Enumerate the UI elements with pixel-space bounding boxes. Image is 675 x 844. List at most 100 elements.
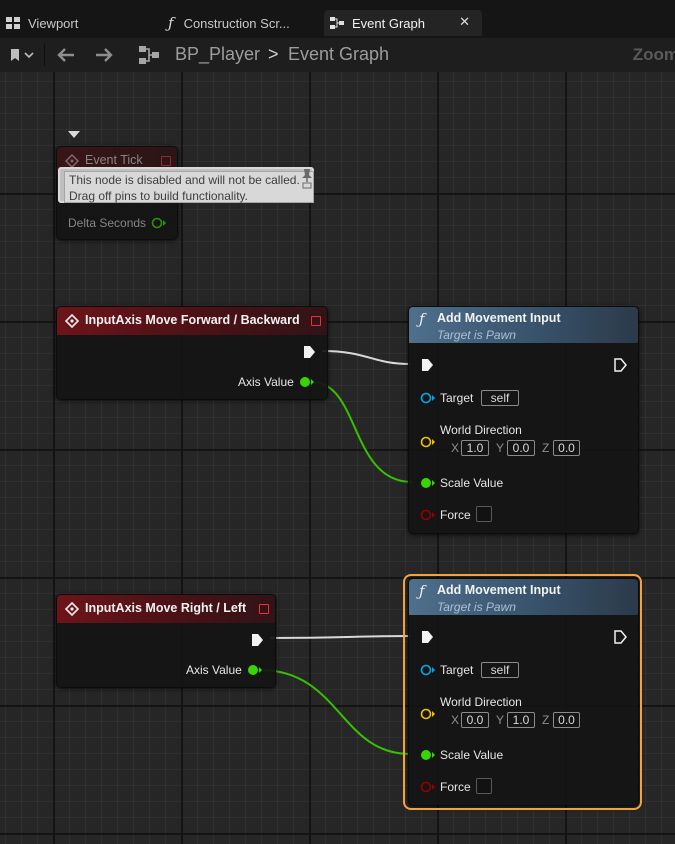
input-axis-right-node[interactable]: InputAxis Move Right / Left Axis Value <box>56 594 276 688</box>
y-axis-label: Y <box>496 441 505 455</box>
delta-seconds-label: Delta Seconds <box>68 216 147 230</box>
event-diamond-icon <box>65 154 79 168</box>
exec-out-pin[interactable] <box>614 630 628 644</box>
object-in-pin[interactable] <box>420 392 436 404</box>
graph-type-icon-wrap <box>136 44 162 66</box>
scale-value-label: Scale Value <box>440 476 504 490</box>
disabled-node-comment: This node is disabled and will not be ca… <box>58 167 314 203</box>
y-axis-label: Y <box>496 713 505 727</box>
node-header: InputAxis Move Forward / Backward <box>57 307 327 335</box>
bool-in-pin[interactable] <box>420 509 436 521</box>
float-out-pin[interactable] <box>151 217 167 229</box>
breadcrumb-graph[interactable]: Event Graph <box>288 44 389 65</box>
target-field[interactable]: self <box>481 662 519 678</box>
world-direction-label: World Direction <box>440 423 522 437</box>
back-button[interactable] <box>54 44 78 66</box>
comment-body: This node is disabled and will not be ca… <box>64 171 314 203</box>
force-checkbox[interactable] <box>476 506 492 522</box>
tab-event-graph[interactable]: Event Graph ✕ <box>324 10 482 36</box>
close-tab-icon[interactable]: ✕ <box>459 14 470 30</box>
node-title: Add Movement Input <box>437 311 561 325</box>
node-subtitle: Target is Pawn <box>437 600 516 614</box>
tab-label: Viewport <box>28 15 79 31</box>
node-title: InputAxis Move Right / Left <box>85 601 247 615</box>
tab-construction-script[interactable]: ƒ Construction Scr... <box>168 10 320 36</box>
vector-in-pin[interactable] <box>420 436 436 448</box>
arrow-right-icon <box>96 48 113 62</box>
tab-label: Event Graph <box>352 15 425 31</box>
forward-button[interactable] <box>92 44 116 66</box>
tab-viewport[interactable]: Viewport <box>0 10 166 36</box>
float-wire <box>259 669 411 755</box>
exec-in-pin[interactable] <box>421 358 435 372</box>
viewport-grid-icon <box>6 17 20 29</box>
event-graph-canvas[interactable]: This node is disabled and will not be ca… <box>0 72 675 844</box>
bookmark-menu-button[interactable] <box>4 44 40 66</box>
node-title: InputAxis Move Forward / Backward <box>85 313 300 327</box>
bookmark-icon <box>11 49 34 61</box>
node-header: ƒ Add Movement Input Target is Pawn <box>409 579 638 615</box>
exec-out-pin[interactable] <box>614 358 628 372</box>
x-axis-label: X <box>451 441 460 455</box>
force-checkbox[interactable] <box>476 778 492 794</box>
breadcrumb-separator: > <box>268 44 279 64</box>
force-label: Force <box>440 780 471 794</box>
vector-in-pin[interactable] <box>420 708 436 720</box>
exec-wire <box>269 635 411 639</box>
object-in-pin[interactable] <box>420 664 436 676</box>
direction-y-field[interactable]: 0.0 <box>507 440 535 456</box>
pushpin-icon[interactable] <box>298 167 316 189</box>
node-title: Add Movement Input <box>437 583 561 597</box>
target-label: Target <box>440 391 474 405</box>
delegate-pin[interactable] <box>161 156 171 166</box>
add-movement-input-node-selected[interactable]: ƒ Add Movement Input Target is Pawn Targ… <box>408 578 639 806</box>
node-subtitle: Target is Pawn <box>437 328 516 342</box>
z-axis-label: Z <box>542 713 550 727</box>
breadcrumb-blueprint[interactable]: BP_Player <box>175 44 260 65</box>
target-label: Target <box>440 663 474 677</box>
event-diamond-icon <box>65 602 79 616</box>
function-icon: ƒ <box>168 14 174 32</box>
comment-line-2: Drag off pins to build functionality. <box>69 189 248 203</box>
axis-value-label: Axis Value <box>238 375 294 389</box>
direction-x-field[interactable]: 1.0 <box>461 440 489 456</box>
float-out-pin[interactable] <box>247 664 263 676</box>
event-graph-icon <box>330 17 344 29</box>
target-field[interactable]: self <box>481 390 519 406</box>
direction-x-field[interactable]: 0.0 <box>461 712 489 728</box>
delegate-pin[interactable] <box>311 316 321 326</box>
delegate-pin[interactable] <box>259 604 269 614</box>
exec-in-pin[interactable] <box>421 630 435 644</box>
node-header: InputAxis Move Right / Left <box>57 595 275 623</box>
graph-toolbar: BP_Player > Event Graph Zoom <box>0 38 675 72</box>
scale-value-label: Scale Value <box>440 748 504 762</box>
comment-tail <box>68 131 80 138</box>
world-direction-label: World Direction <box>440 695 522 709</box>
x-axis-label: X <box>451 713 460 727</box>
direction-z-field[interactable]: 0.0 <box>553 712 580 728</box>
direction-y-field[interactable]: 1.0 <box>507 712 535 728</box>
float-in-pin[interactable] <box>420 749 436 761</box>
add-movement-input-node[interactable]: ƒ Add Movement Input Target is Pawn Targ… <box>408 306 639 534</box>
direction-z-field[interactable]: 0.0 <box>553 440 580 456</box>
arrow-left-icon <box>57 48 74 62</box>
tab-label: Construction Scr... <box>183 15 290 31</box>
node-title: Event Tick <box>85 153 143 167</box>
axis-value-label: Axis Value <box>186 663 242 677</box>
bool-in-pin[interactable] <box>420 781 436 793</box>
toolbar-divider <box>44 44 45 66</box>
float-out-pin[interactable] <box>299 376 315 388</box>
input-axis-forward-node[interactable]: InputAxis Move Forward / Backward Axis V… <box>56 306 328 400</box>
force-label: Force <box>440 508 471 522</box>
exec-out-pin[interactable] <box>251 633 265 647</box>
comment-line-1: This node is disabled and will not be ca… <box>69 173 300 187</box>
function-icon: ƒ <box>419 310 425 328</box>
float-in-pin[interactable] <box>420 477 436 489</box>
event-diamond-icon <box>65 314 79 328</box>
node-header: ƒ Add Movement Input Target is Pawn <box>409 307 638 343</box>
function-icon: ƒ <box>419 582 425 600</box>
tab-bar: Viewport ƒ Construction Scr... Event Gra… <box>0 0 675 38</box>
event-graph-icon <box>139 46 159 64</box>
zoom-label: Zoom <box>632 45 675 64</box>
exec-out-pin[interactable] <box>303 345 317 359</box>
